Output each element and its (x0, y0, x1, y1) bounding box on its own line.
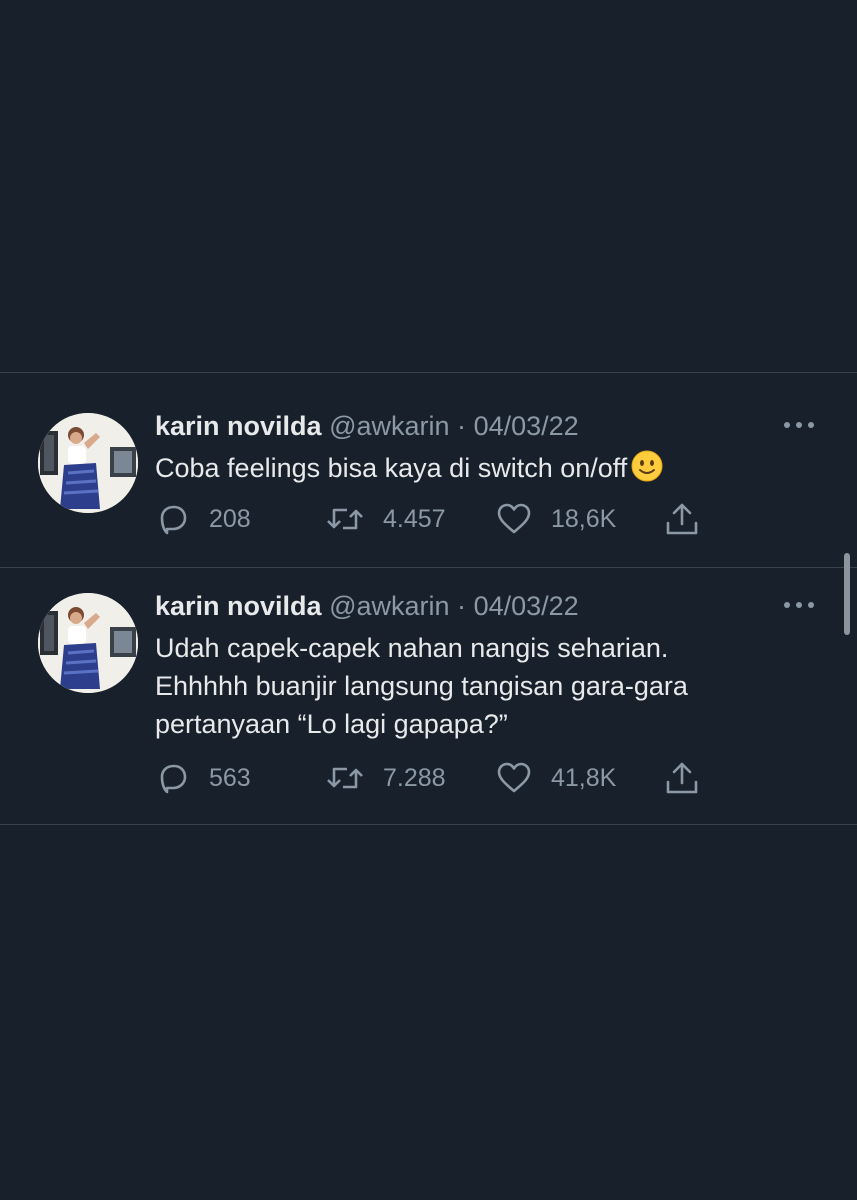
divider-bottom (0, 824, 857, 825)
scrollbar[interactable] (844, 553, 850, 635)
display-name[interactable]: karin novilda (155, 411, 322, 441)
share-button[interactable] (663, 501, 701, 537)
like-count: 41,8K (551, 763, 617, 792)
tweet-text-line: pertanyaan “Lo lagi gapapa?” (155, 709, 508, 739)
tweet-1[interactable]: karin novilda @awkarin · 04/03/22 Coba f… (0, 373, 857, 567)
retweet-icon (327, 767, 363, 789)
avatar[interactable] (38, 413, 138, 513)
tweet-actions: 563 7.288 41,8K (155, 760, 715, 796)
share-icon (666, 503, 698, 535)
tweet-2[interactable]: karin novilda @awkarin · 04/03/22 Udah c… (0, 568, 857, 824)
retweet-count: 7.288 (383, 763, 446, 792)
reply-count: 563 (209, 763, 251, 792)
tweet-date[interactable]: 04/03/22 (474, 591, 579, 621)
share-icon (666, 762, 698, 794)
more-icon[interactable] (782, 598, 816, 612)
tweet-header: karin novilda @awkarin · 04/03/22 (155, 590, 579, 622)
tweet-header: karin novilda @awkarin · 04/03/22 (155, 410, 579, 442)
separator-dot: · (457, 411, 467, 441)
tweet-text: Udah capek-capek nahan nangis seharian. … (155, 629, 688, 743)
heart-icon (497, 762, 531, 793)
reply-button[interactable]: 208 (155, 501, 251, 537)
retweet-icon (327, 508, 363, 530)
like-button[interactable]: 41,8K (495, 760, 616, 796)
separator-dot: · (457, 591, 467, 621)
display-name[interactable]: karin novilda (155, 591, 322, 621)
reply-count: 208 (209, 504, 251, 533)
user-handle[interactable]: @awkarin (329, 591, 449, 621)
tweet-text: Coba feelings bisa kaya di switch on/off (155, 449, 663, 492)
like-button[interactable]: 18,6K (495, 501, 616, 537)
reply-icon (160, 764, 187, 794)
tweet-actions: 208 4.457 18,6K (155, 501, 715, 537)
avatar[interactable] (38, 593, 138, 693)
share-button[interactable] (663, 760, 701, 796)
tweet-text-line: Ehhhhh buanjir langsung tangisan gara-ga… (155, 671, 688, 701)
retweet-count: 4.457 (383, 504, 446, 533)
heart-icon (497, 503, 531, 534)
tweet-text-line: Coba feelings bisa kaya di switch on/off (155, 453, 628, 483)
like-count: 18,6K (551, 504, 617, 533)
reply-button[interactable]: 563 (155, 760, 251, 796)
retweet-button[interactable]: 4.457 (325, 501, 446, 537)
slightly-smiling-face-icon (631, 450, 663, 492)
reply-icon (160, 505, 187, 535)
retweet-button[interactable]: 7.288 (325, 760, 446, 796)
user-handle[interactable]: @awkarin (329, 411, 449, 441)
more-icon[interactable] (782, 418, 816, 432)
tweet-date[interactable]: 04/03/22 (474, 411, 579, 441)
tweet-text-line: Udah capek-capek nahan nangis seharian. (155, 633, 669, 663)
